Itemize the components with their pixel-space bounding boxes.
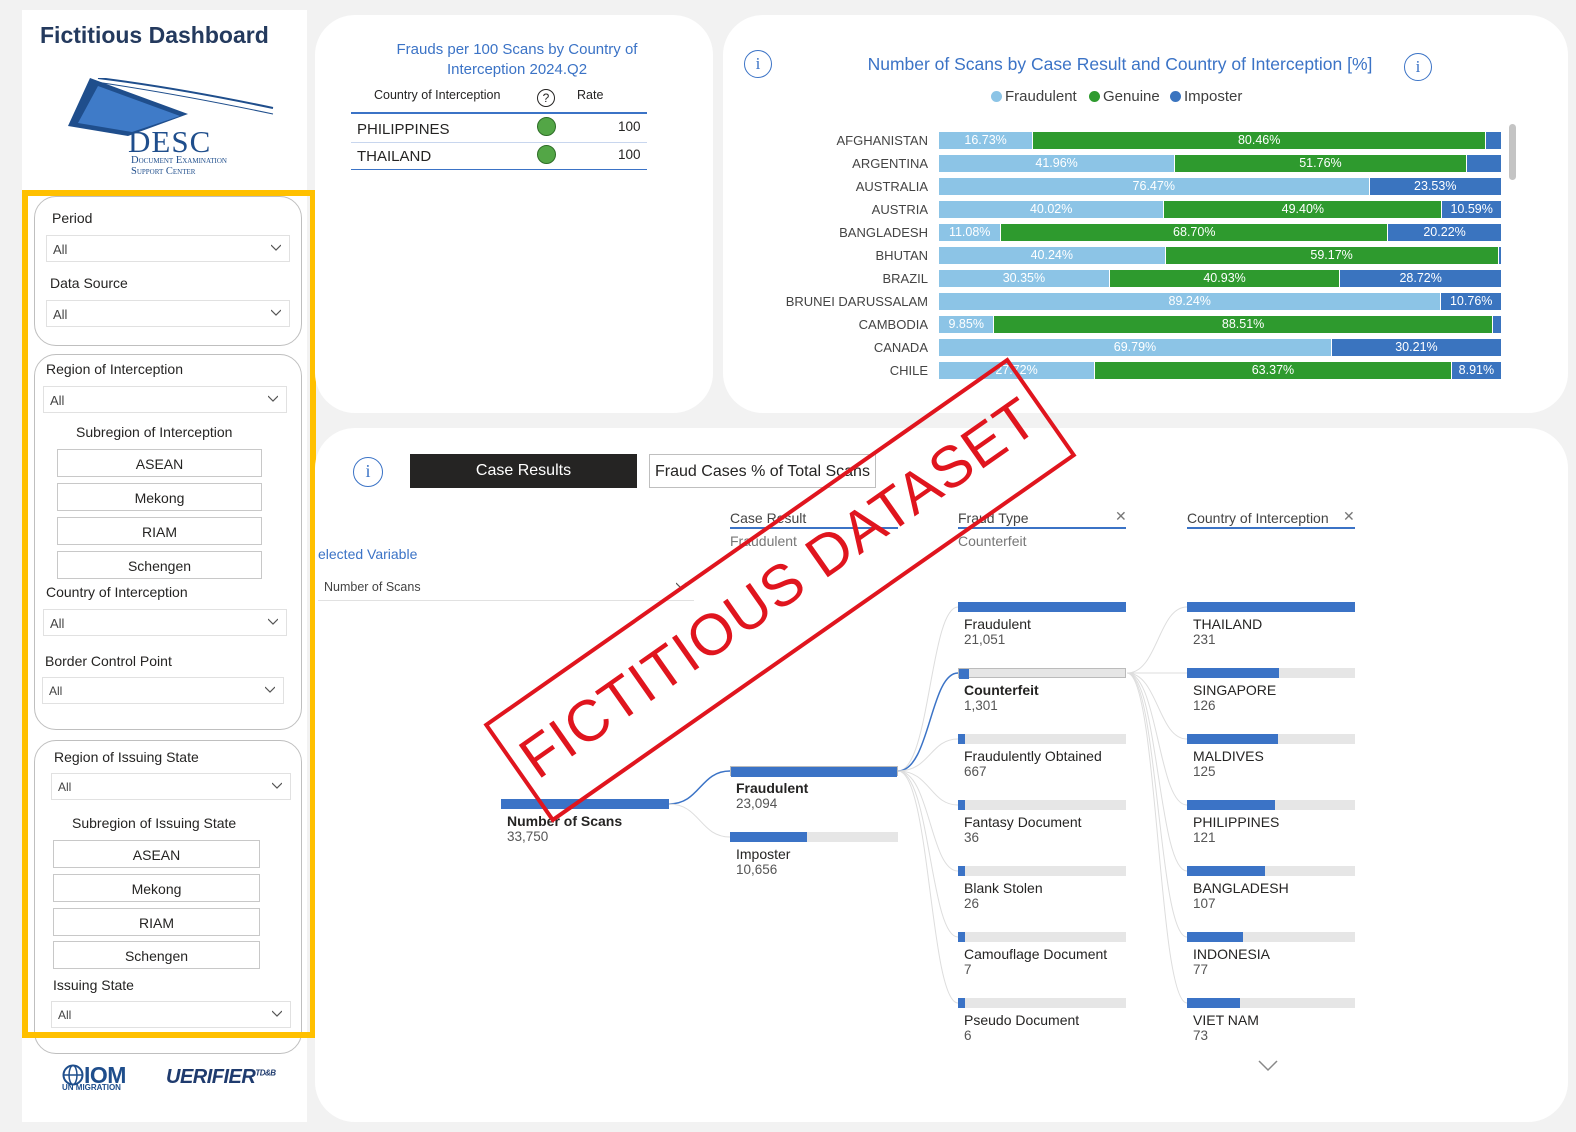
- tree-node-label: MALDIVES: [1193, 748, 1264, 764]
- tree-node-value: 6: [964, 1028, 972, 1043]
- tree-node-value: 107: [1193, 896, 1216, 911]
- chevron-down-icon[interactable]: [1258, 1060, 1278, 1072]
- tree-node-label: Fraudulent: [964, 616, 1031, 632]
- tree-node-value: 231: [1193, 632, 1216, 647]
- tree-node-fill: [1187, 866, 1265, 876]
- tree-node-bar[interactable]: [1187, 866, 1355, 876]
- tree-node-fill: [958, 734, 965, 744]
- tree-node-value: 77: [1193, 962, 1209, 977]
- tree-connectors: [668, 606, 1188, 1004]
- tree-node-value: 121: [1193, 830, 1216, 845]
- tree-node-bar[interactable]: [1187, 932, 1355, 942]
- tree-node-value: 26: [964, 896, 980, 911]
- tree-node-fill: [958, 800, 965, 810]
- tree-node-value: 21,051: [964, 632, 1006, 647]
- tree-node-bar[interactable]: [1187, 668, 1355, 678]
- tree-node-bar[interactable]: [958, 998, 1126, 1008]
- tree-node-label: Blank Stolen: [964, 880, 1043, 896]
- tree-node-value: 33,750: [507, 829, 549, 844]
- tree-node-value: 7: [964, 962, 972, 977]
- tree-node-bar[interactable]: [501, 799, 669, 809]
- tree-node-bar[interactable]: [958, 668, 1126, 679]
- tree-node-value: 667: [964, 764, 987, 779]
- tree-node-label: Number of Scans: [507, 813, 623, 829]
- tree-node-label: PHILIPPINES: [1193, 814, 1280, 830]
- tree-node-value: 125: [1193, 764, 1216, 779]
- tree-node-fill: [959, 669, 970, 679]
- tree-node-bar[interactable]: [958, 602, 1126, 612]
- tree-node-fill: [730, 832, 808, 842]
- tree-node-bar[interactable]: [1187, 998, 1355, 1008]
- tree-node-value: 23,094: [736, 796, 778, 811]
- tree-node-fill: [1187, 800, 1276, 810]
- tree-node-bar[interactable]: [958, 932, 1126, 942]
- tree-node-fill: [958, 866, 965, 876]
- tree-node-fill: [1187, 998, 1241, 1008]
- tree-node-fill: [1187, 734, 1278, 744]
- tree-node-fill: [1187, 602, 1355, 612]
- tree-node-label: Camouflage Document: [964, 946, 1108, 962]
- tree-node-bar[interactable]: [730, 832, 898, 842]
- tree-node-label: Fraudulently Obtained: [964, 748, 1102, 764]
- tree-node-bar[interactable]: [958, 734, 1126, 744]
- tree-node-label: THAILAND: [1193, 616, 1263, 632]
- tree-node-fill: [1187, 668, 1279, 678]
- tree-node-label: Counterfeit: [964, 682, 1039, 698]
- tree-node-bar[interactable]: [958, 866, 1126, 876]
- tree-node-label: Fraudulent: [736, 780, 809, 796]
- tree-node-value: 1,301: [964, 698, 998, 713]
- tree-node-bar[interactable]: [1187, 602, 1355, 612]
- tree-node-label: Fantasy Document: [964, 814, 1082, 830]
- tree-node-label: Pseudo Document: [964, 1012, 1080, 1028]
- tree-node-value: 126: [1193, 698, 1216, 713]
- tree-node-label: BANGLADESH: [1193, 880, 1289, 896]
- tree-node-fill: [501, 799, 669, 809]
- tree-node-bar[interactable]: [1187, 800, 1355, 810]
- tree-node-label: INDONESIA: [1193, 946, 1271, 962]
- tree-node-value: 10,656: [736, 862, 778, 877]
- report-canvas: Fictitious Dashboard DESC Document Exami…: [0, 0, 1576, 1132]
- tree-node-fill: [731, 767, 897, 777]
- tree-node-label: SINGAPORE: [1193, 682, 1277, 698]
- tree-node-bar[interactable]: [958, 800, 1126, 810]
- tree-node-label: VIET NAM: [1193, 1012, 1259, 1028]
- tree-node-fill: [958, 932, 965, 942]
- tree-node-fill: [958, 602, 1126, 612]
- tree-node-value: 73: [1193, 1028, 1209, 1043]
- tree-node-bar[interactable]: [730, 766, 898, 777]
- tree-node-bar[interactable]: [1187, 734, 1355, 744]
- tree-node-value: 36: [964, 830, 980, 845]
- tree-node-fill: [958, 998, 965, 1008]
- tree-node-fill: [1187, 932, 1243, 942]
- tree-node-label: Imposter: [736, 846, 791, 862]
